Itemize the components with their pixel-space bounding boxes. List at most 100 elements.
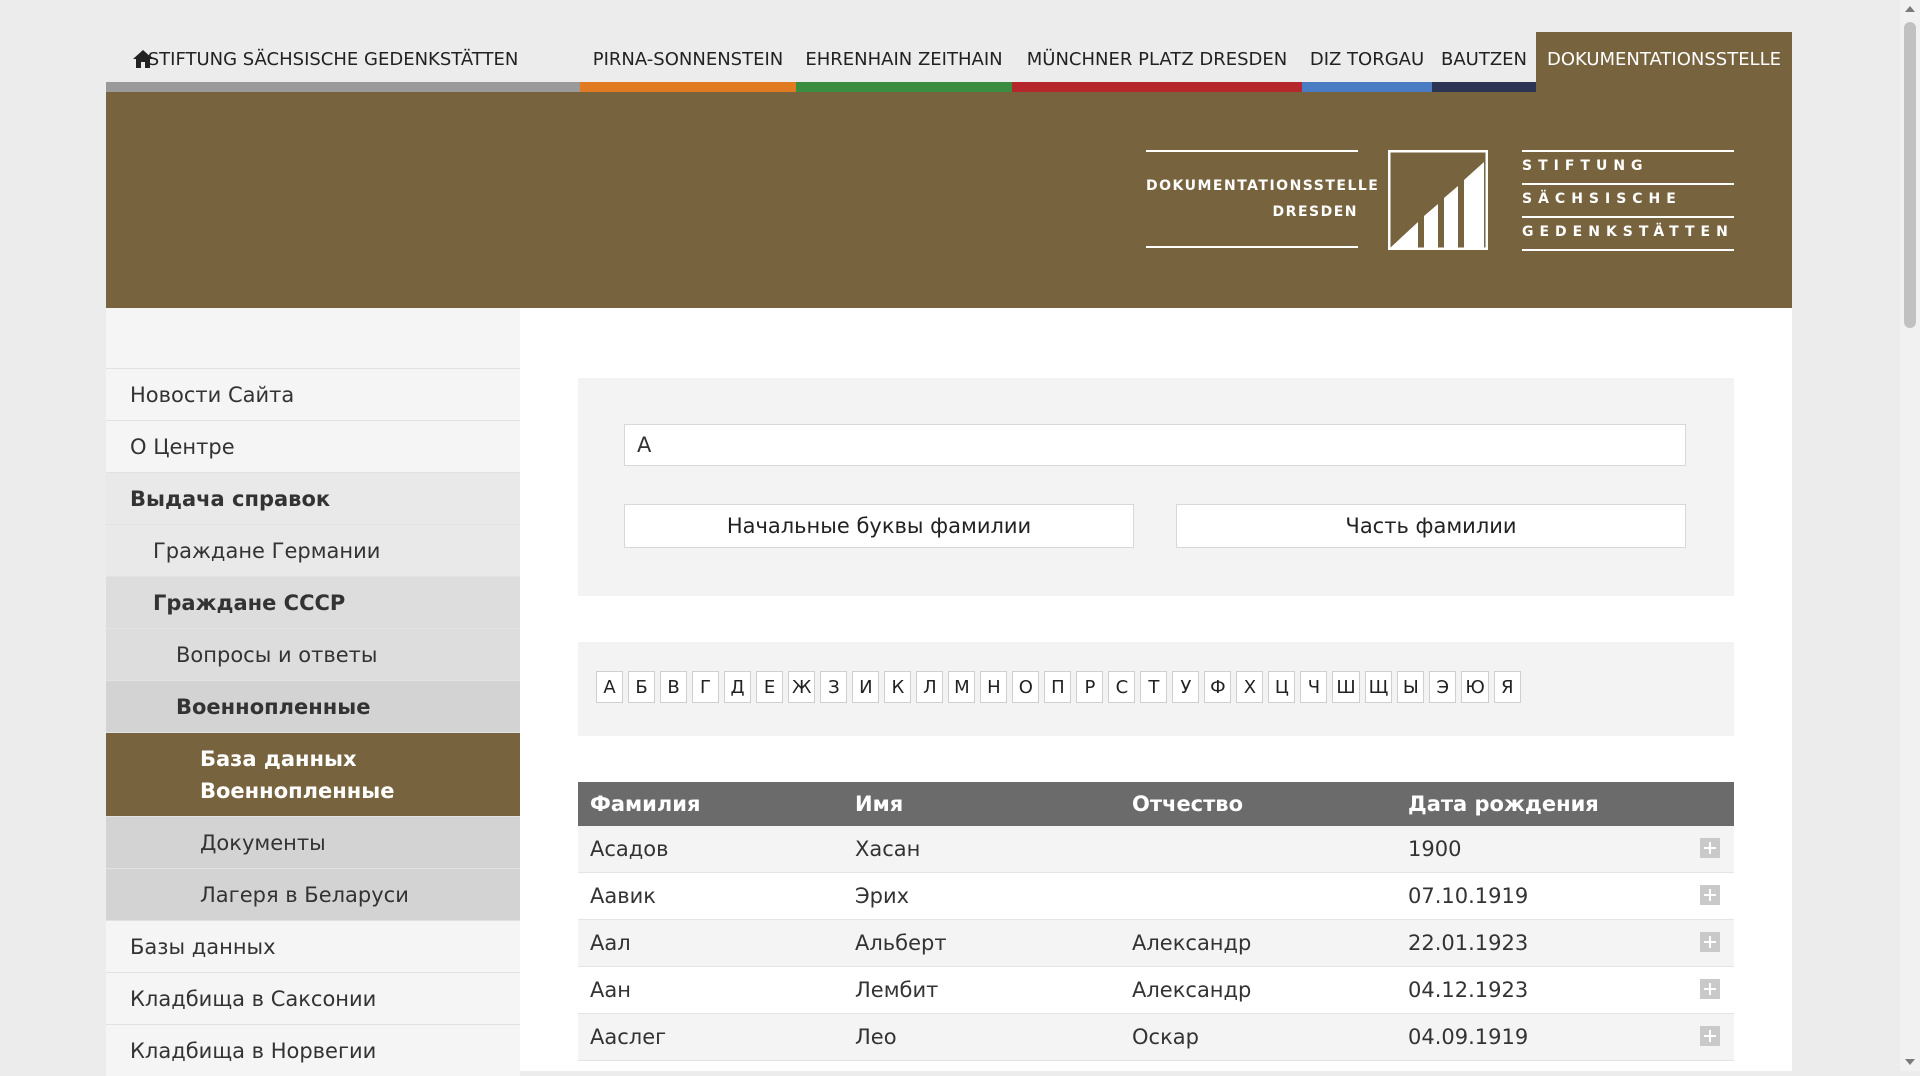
sidebar-item-pows[interactable]: Военнопленные: [106, 680, 520, 732]
alphabet-letter-button[interactable]: Ы: [1397, 671, 1425, 703]
sidebar-item-ussr-citizens[interactable]: Граждане СССР: [106, 576, 520, 628]
alphabet-letter-button[interactable]: Б: [628, 671, 655, 703]
alphabet-letter-button[interactable]: Ц: [1268, 671, 1296, 703]
scroll-down-icon[interactable]: [1905, 1059, 1915, 1065]
expand-plus-icon[interactable]: [1700, 885, 1720, 905]
column-header-surname[interactable]: Фамилия: [590, 782, 700, 826]
scroll-thumb[interactable]: [1904, 22, 1916, 328]
table-row[interactable]: Аал Альберт Александр 22.01.1923: [578, 920, 1734, 967]
nav-muenchner-platz[interactable]: MÜNCHNER PLATZ DRESDEN: [1012, 32, 1302, 92]
expand-plus-icon[interactable]: [1700, 838, 1720, 858]
surname-search-input[interactable]: [624, 424, 1686, 466]
nav-zeithain-label: EHRENHAIN ZEITHAIN: [805, 49, 1003, 70]
logo-text-right[interactable]: STIFTUNG SÄCHSISCHE GEDENKSTÄTTEN: [1522, 150, 1734, 251]
alphabet-letter-button[interactable]: Я: [1493, 671, 1521, 703]
alphabet-letter-button[interactable]: Л: [916, 671, 944, 703]
alphabet-letter-button[interactable]: Р: [1076, 671, 1104, 703]
alphabet-letter-button[interactable]: Ш: [1332, 671, 1360, 703]
cell-patronymic: Александр: [1132, 978, 1252, 1002]
nav-bautzen[interactable]: BAUTZEN: [1432, 32, 1536, 92]
alphabet-letter-button[interactable]: Э: [1429, 671, 1457, 703]
table-row[interactable]: Аaслег Лео Оскар 04.09.1919: [578, 1014, 1734, 1061]
main-content: Начальные буквы фамилии Часть фамилии АБ…: [520, 308, 1792, 1071]
alphabet-letter-button[interactable]: Ж: [788, 671, 816, 703]
alphabet-letter-button[interactable]: К: [884, 671, 912, 703]
alphabet-letter-button[interactable]: Ч: [1300, 671, 1328, 703]
table-row[interactable]: Аавик Эрих 07.10.1919: [578, 873, 1734, 920]
nav-color-bar: [580, 82, 796, 92]
alphabet-panel: АБВГДЕЖЗИКЛМНОПРСТУФХЦЧШЩЫЭЮЯ: [578, 642, 1734, 736]
alphabet-letter-button[interactable]: Г: [692, 671, 719, 703]
sidebar-item-belarus-camps[interactable]: Лагеря в Беларуси: [106, 868, 520, 920]
alphabet-letter-button[interactable]: З: [820, 671, 848, 703]
nav-torgau[interactable]: DIZ TORGAU: [1302, 32, 1432, 92]
sidebar-item-about[interactable]: О Центре: [106, 420, 520, 472]
logo-line: DRESDEN: [1272, 204, 1358, 220]
cell-patronymic: Александр: [1132, 931, 1252, 955]
nav-color-bar: [1302, 82, 1432, 92]
alphabet-letter-button[interactable]: О: [1012, 671, 1040, 703]
nav-dokumentationsstelle[interactable]: DOKUMENTATIONSSTELLE: [1536, 32, 1792, 92]
page-scrollbar[interactable]: [1900, 0, 1920, 1071]
nav-zeithain[interactable]: EHRENHAIN ZEITHAIN: [796, 32, 1012, 92]
alphabet-letter-button[interactable]: А: [596, 671, 623, 703]
scroll-up-icon[interactable]: [1905, 6, 1915, 12]
logo-mark-icon[interactable]: [1388, 150, 1488, 250]
alphabet-letter-button[interactable]: М: [948, 671, 976, 703]
column-header-birthdate[interactable]: Дата рождения: [1408, 782, 1599, 826]
alphabet-letter-button[interactable]: И: [852, 671, 880, 703]
cell-surname: Асадов: [590, 837, 669, 861]
sidebar: Новости Сайта О Центре Выдача справок Гр…: [106, 308, 520, 1076]
results-table: Фамилия Имя Отчество Дата рождения Асадо…: [578, 782, 1734, 1061]
logo-line: SÄCHSISCHE: [1522, 183, 1734, 216]
alphabet-letter-button[interactable]: У: [1172, 671, 1200, 703]
cell-surname: Аaслег: [590, 1025, 667, 1049]
sidebar-item-databases[interactable]: Базы данных: [106, 920, 520, 972]
alphabet-letter-button[interactable]: Ф: [1204, 671, 1232, 703]
column-header-name[interactable]: Имя: [855, 782, 903, 826]
logo-line: DOKUMENTATIONSSTELLE: [1146, 178, 1380, 194]
sidebar-item-german-citizens[interactable]: Граждане Германии: [106, 524, 520, 576]
cell-patronymic: Оскар: [1132, 1025, 1199, 1049]
sidebar-item-faq[interactable]: Вопросы и ответы: [106, 628, 520, 680]
nav-pirna-label: PIRNA-SONNENSTEIN: [592, 49, 784, 70]
alphabet-letter-button[interactable]: Д: [724, 671, 751, 703]
alphabet-letter-button[interactable]: Т: [1140, 671, 1168, 703]
alphabet-letter-button[interactable]: Щ: [1364, 671, 1393, 703]
cell-birthdate: 04.09.1919: [1408, 1025, 1529, 1049]
sidebar-item-norway-cemeteries[interactable]: Кладбища в Норвегии: [106, 1024, 520, 1076]
column-header-patronymic[interactable]: Отчество: [1132, 782, 1243, 826]
sidebar-item-pow-database[interactable]: База данных Военнопленные: [106, 732, 520, 816]
nav-color-bar: [1012, 82, 1302, 92]
cell-birthdate: 04.12.1923: [1408, 978, 1529, 1002]
alphabet-letter-button[interactable]: Ю: [1461, 671, 1489, 703]
sidebar-item-news[interactable]: Новости Сайта: [106, 368, 520, 420]
alphabet-letter-button[interactable]: С: [1108, 671, 1136, 703]
nav-color-bar: [796, 82, 1012, 92]
search-prefix-button[interactable]: Начальные буквы фамилии: [624, 504, 1134, 548]
logo-text-left[interactable]: DOKUMENTATIONSSTELLE DRESDEN: [1146, 150, 1380, 248]
table-row[interactable]: Асадов Хасан 1900: [578, 826, 1734, 873]
alphabet-letter-button[interactable]: Е: [756, 671, 783, 703]
alphabet-letter-button[interactable]: В: [660, 671, 687, 703]
search-part-button[interactable]: Часть фамилии: [1176, 504, 1686, 548]
alphabet-letter-button[interactable]: П: [1044, 671, 1072, 703]
alphabet-letter-button[interactable]: Н: [980, 671, 1008, 703]
logo-line: STIFTUNG: [1522, 150, 1734, 183]
sidebar-item-label: База данных Военнопленные: [200, 746, 395, 803]
expand-plus-icon[interactable]: [1700, 979, 1720, 999]
search-panel: Начальные буквы фамилии Часть фамилии: [578, 378, 1734, 596]
nav-muenchner-platz-label: MÜNCHNER PLATZ DRESDEN: [1026, 49, 1288, 70]
sidebar-item-saxony-cemeteries[interactable]: Кладбища в Саксонии: [106, 972, 520, 1024]
table-row[interactable]: Аан Лембит Александр 04.12.1923: [578, 967, 1734, 1014]
expand-plus-icon[interactable]: [1700, 1026, 1720, 1046]
table-header: Фамилия Имя Отчество Дата рождения: [578, 782, 1734, 826]
alphabet-letter-button[interactable]: Х: [1236, 671, 1264, 703]
expand-plus-icon[interactable]: [1700, 932, 1720, 952]
cell-birthdate: 07.10.1919: [1408, 884, 1529, 908]
sidebar-item-certificates[interactable]: Выдача справок: [106, 472, 520, 524]
nav-pirna[interactable]: PIRNA-SONNENSTEIN: [580, 32, 796, 92]
nav-dokumentationsstelle-label: DOKUMENTATIONSSTELLE: [1547, 49, 1781, 70]
sidebar-item-documents[interactable]: Документы: [106, 816, 520, 868]
